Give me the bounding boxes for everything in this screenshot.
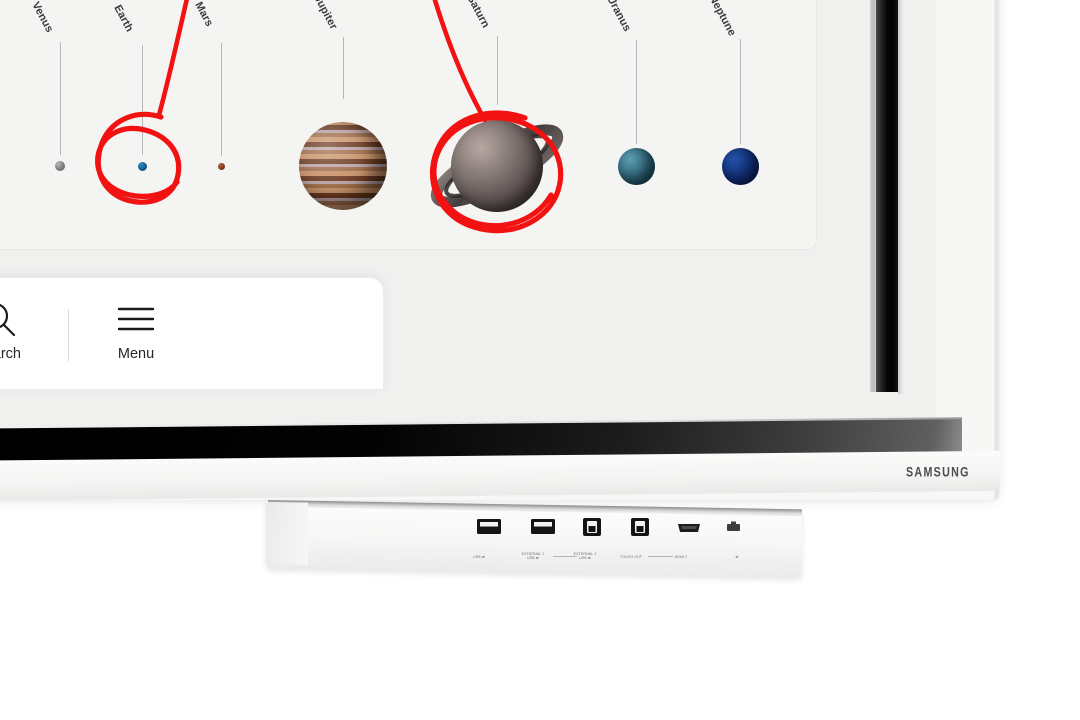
planet-uranus[interactable] xyxy=(617,147,655,185)
bezel-right-outer xyxy=(898,0,903,394)
usb-b-port xyxy=(582,517,602,542)
planet-saturn[interactable] xyxy=(451,120,543,212)
planet-stem-neptune xyxy=(740,39,741,144)
planet-stem-earth xyxy=(142,45,143,155)
planet-stem-mars xyxy=(221,43,222,156)
port-label-external1: EXTERNAL 1 USB ⇄ xyxy=(521,552,545,561)
display-screen: MercuryVenusEarthMarsJupiterSaturnUranus… xyxy=(0,0,936,430)
planet-mars[interactable] xyxy=(217,162,225,170)
monitor-stand-left-face xyxy=(266,502,308,565)
port-connector-line xyxy=(648,556,673,557)
toolbar-button-label: Menu xyxy=(117,346,155,362)
planet-stem-jupiter xyxy=(343,37,344,99)
lan-port xyxy=(726,519,741,537)
planet-jupiter[interactable] xyxy=(299,122,387,210)
screenshot-root: MercuryVenusEarthMarsJupiterSaturnUranus… xyxy=(0,0,1080,720)
planet-neptune[interactable] xyxy=(721,147,759,185)
toolbar-button-search[interactable]: Search xyxy=(0,294,53,380)
toolbar-button-menu[interactable]: Menu xyxy=(81,294,191,380)
hdmi-port xyxy=(676,521,702,539)
bezel-right xyxy=(876,0,900,392)
toolbar-divider xyxy=(68,309,69,361)
port-connector-line xyxy=(553,556,577,557)
port-label-usb-a-1: USB ⇄ xyxy=(473,555,485,559)
whiteboard-canvas[interactable] xyxy=(0,0,817,250)
port-label-touch-out: TOUCH OUT xyxy=(619,555,643,559)
monitor-right-edge xyxy=(994,0,1000,500)
usb-a-port xyxy=(530,518,556,540)
hamburger-menu-icon xyxy=(117,294,155,344)
port-label-rj45: ⇄ xyxy=(735,555,739,559)
planet-venus[interactable] xyxy=(55,161,65,171)
usb-a-port xyxy=(476,518,502,540)
planet-earth[interactable] xyxy=(137,161,147,171)
usb-b-port xyxy=(630,517,650,542)
toolbar-button-label: Search xyxy=(0,346,21,362)
search-icon xyxy=(0,294,17,344)
planet-stem-venus xyxy=(60,42,61,155)
planet-stem-uranus xyxy=(636,40,637,144)
samsung-logo: SAMSUNG xyxy=(906,466,970,481)
whiteboard-toolbar: OnMiniboardSearchMenu xyxy=(0,277,384,389)
